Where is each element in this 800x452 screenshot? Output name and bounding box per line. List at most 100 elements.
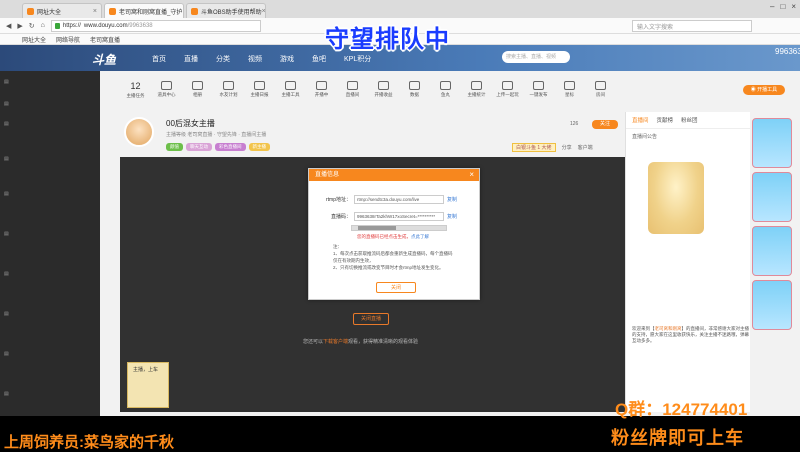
tab-ranking[interactable]: 贡献榜: [657, 116, 674, 124]
nav-item[interactable]: 鱼吧: [312, 54, 326, 64]
maximize-icon[interactable]: □: [780, 2, 785, 11]
promo-thumbnail[interactable]: 主播，上车: [127, 362, 169, 408]
browser-search-input[interactable]: 输入文字搜索: [632, 20, 752, 32]
back-icon[interactable]: ◀: [6, 22, 11, 30]
sidebar-icon[interactable]: ▤: [4, 311, 9, 317]
anchor-tool[interactable]: 主播统计: [461, 81, 492, 109]
site-search-input[interactable]: 搜索主播、直播、视频: [502, 51, 570, 63]
dialog-close-button[interactable]: 关闭: [376, 282, 416, 293]
learn-more-link[interactable]: 点此了解: [411, 234, 429, 239]
scrollbar-thumb[interactable]: [358, 226, 396, 230]
tool-icon: [161, 81, 172, 90]
tool-icon: [285, 81, 296, 90]
forward-icon[interactable]: ▶: [17, 22, 22, 30]
anchor-tool[interactable]: 水友计划: [213, 81, 244, 109]
sidebar-icon[interactable]: ▤: [4, 79, 9, 85]
avatar[interactable]: [124, 117, 154, 147]
anchor-tool[interactable]: 主播工具: [275, 81, 306, 109]
sidebar-icon[interactable]: ▤: [4, 101, 9, 107]
client-link[interactable]: 客户端: [578, 144, 593, 151]
lock-icon: [54, 22, 60, 29]
anchor-tool[interactable]: 鱼丸: [430, 81, 461, 109]
promo-banner[interactable]: [752, 280, 792, 330]
streamer-tag[interactable]: 颜值: [166, 143, 183, 151]
anchor-tool[interactable]: 上传一起玩: [492, 81, 523, 109]
anchor-tool[interactable]: 数据: [399, 81, 430, 109]
announcement-text: 欢迎来到【老司窝和刚窝】的直播间，非常感谢大家对主播的支持，愿大家在这里收获快乐…: [632, 326, 749, 343]
fan-badge-overlay: 粉丝牌即可上车: [611, 428, 744, 448]
close-tab-icon[interactable]: ×: [182, 8, 183, 15]
url-field[interactable]: https://www.douyu.com/9963638: [50, 19, 261, 32]
tab-nav[interactable]: 网址大全 ×: [22, 3, 102, 18]
sidebar-icon[interactable]: ▤: [4, 351, 9, 357]
tab-fans[interactable]: 粉丝团: [681, 116, 698, 124]
nav-item[interactable]: 直播: [184, 54, 198, 64]
sidebar-icon[interactable]: ▤: [4, 271, 9, 277]
sidebar-icon[interactable]: ▤: [4, 231, 9, 237]
dialog-title: 直播信息: [315, 172, 340, 178]
anchor-tool[interactable]: 星标: [554, 81, 585, 109]
streamer-tag[interactable]: 新主播: [248, 143, 270, 151]
bookmark-item[interactable]: 网址大全: [22, 35, 46, 44]
promo-banner[interactable]: [752, 172, 792, 222]
close-live-button[interactable]: 关闭直播: [353, 313, 389, 325]
nav-item[interactable]: 首页: [152, 54, 166, 64]
tab-room[interactable]: 直播间: [632, 116, 649, 124]
close-window-icon[interactable]: ×: [791, 2, 796, 11]
tab-label: 斗鱼OBS助手使用帮助: [201, 9, 262, 16]
note-line: 注：: [333, 244, 342, 249]
download-client-link[interactable]: 下载客户端: [323, 339, 348, 345]
copy-rtmp-button[interactable]: 复制: [447, 196, 457, 203]
code-scrollbar[interactable]: [351, 225, 447, 231]
anchor-tool[interactable]: 直播间: [337, 81, 368, 109]
copy-code-button[interactable]: 复制: [447, 213, 457, 220]
promo-banner[interactable]: [752, 118, 792, 168]
sidebar-icon[interactable]: ▤: [4, 391, 9, 397]
bookmark-item[interactable]: 网络导航: [56, 35, 80, 44]
close-icon[interactable]: ×: [469, 169, 474, 181]
nav-item[interactable]: 游戏: [280, 54, 294, 64]
tab-favicon-icon: [27, 7, 34, 15]
close-tab-icon[interactable]: ×: [262, 8, 265, 15]
follow-count: 126: [570, 121, 579, 127]
reload-icon[interactable]: ↻: [29, 22, 35, 30]
sidebar-icon[interactable]: ▤: [4, 121, 9, 127]
follow-button[interactable]: 关注: [592, 120, 618, 129]
anchor-tool[interactable]: 开播收益: [368, 81, 399, 109]
rank-badge[interactable]: 白银斗鱼 1 大佬: [512, 143, 556, 152]
bookmark-item[interactable]: 老司窝直播: [90, 35, 120, 44]
nav-item[interactable]: 视频: [248, 54, 262, 64]
anchor-tool[interactable]: 12 主播任务: [120, 81, 151, 109]
rtmp-label: rtmp地址：: [325, 197, 351, 203]
promo-banner[interactable]: [752, 226, 792, 276]
home-icon[interactable]: ⌂: [41, 22, 45, 29]
anchor-tool[interactable]: 一键发布: [523, 81, 554, 109]
streamer-tag[interactable]: 聊天互动: [186, 143, 212, 151]
code-field[interactable]: 9963638rTa2khW17xoSecret=**********: [354, 212, 444, 221]
dialog-warning: 您的直播码已经点击生成，点此了解: [357, 234, 429, 239]
nav-item[interactable]: 分类: [216, 54, 230, 64]
anchor-tool[interactable]: 相册: [182, 81, 213, 109]
anchor-tool[interactable]: 房间: [585, 81, 616, 109]
room-id: 99636380: [775, 47, 800, 56]
streamer-tag[interactable]: 彩色直播间: [215, 143, 246, 151]
tool-icon: [502, 81, 513, 90]
site-logo[interactable]: 斗鱼: [92, 51, 116, 68]
anchor-tool[interactable]: 道具中心: [151, 81, 182, 109]
anchor-tool[interactable]: 主播日报: [244, 81, 275, 109]
anchor-tool[interactable]: 开播中: [306, 81, 337, 109]
nav-item[interactable]: KPL积分: [344, 54, 371, 64]
rtmp-field[interactable]: rtmp://sendtc3a.douyu.com/live: [354, 195, 444, 204]
tool-icon: [440, 81, 451, 90]
dialog-header: 直播信息 ×: [309, 169, 479, 181]
start-live-tool-button[interactable]: ◉ 开播工具: [743, 85, 785, 95]
tool-icon: [564, 81, 575, 90]
anime-illustration: [648, 162, 704, 234]
minimize-icon[interactable]: –: [770, 2, 774, 11]
sidebar-icon[interactable]: ▤: [4, 156, 9, 162]
close-tab-icon[interactable]: ×: [93, 8, 97, 15]
tab-obs-help[interactable]: 斗鱼OBS助手使用帮助 ×: [186, 3, 266, 18]
share-link[interactable]: 分享: [562, 144, 572, 151]
tab-douyu[interactable]: 老司窝和刚窝直播_守护×: [104, 3, 184, 18]
sidebar-icon[interactable]: ▤: [4, 191, 9, 197]
